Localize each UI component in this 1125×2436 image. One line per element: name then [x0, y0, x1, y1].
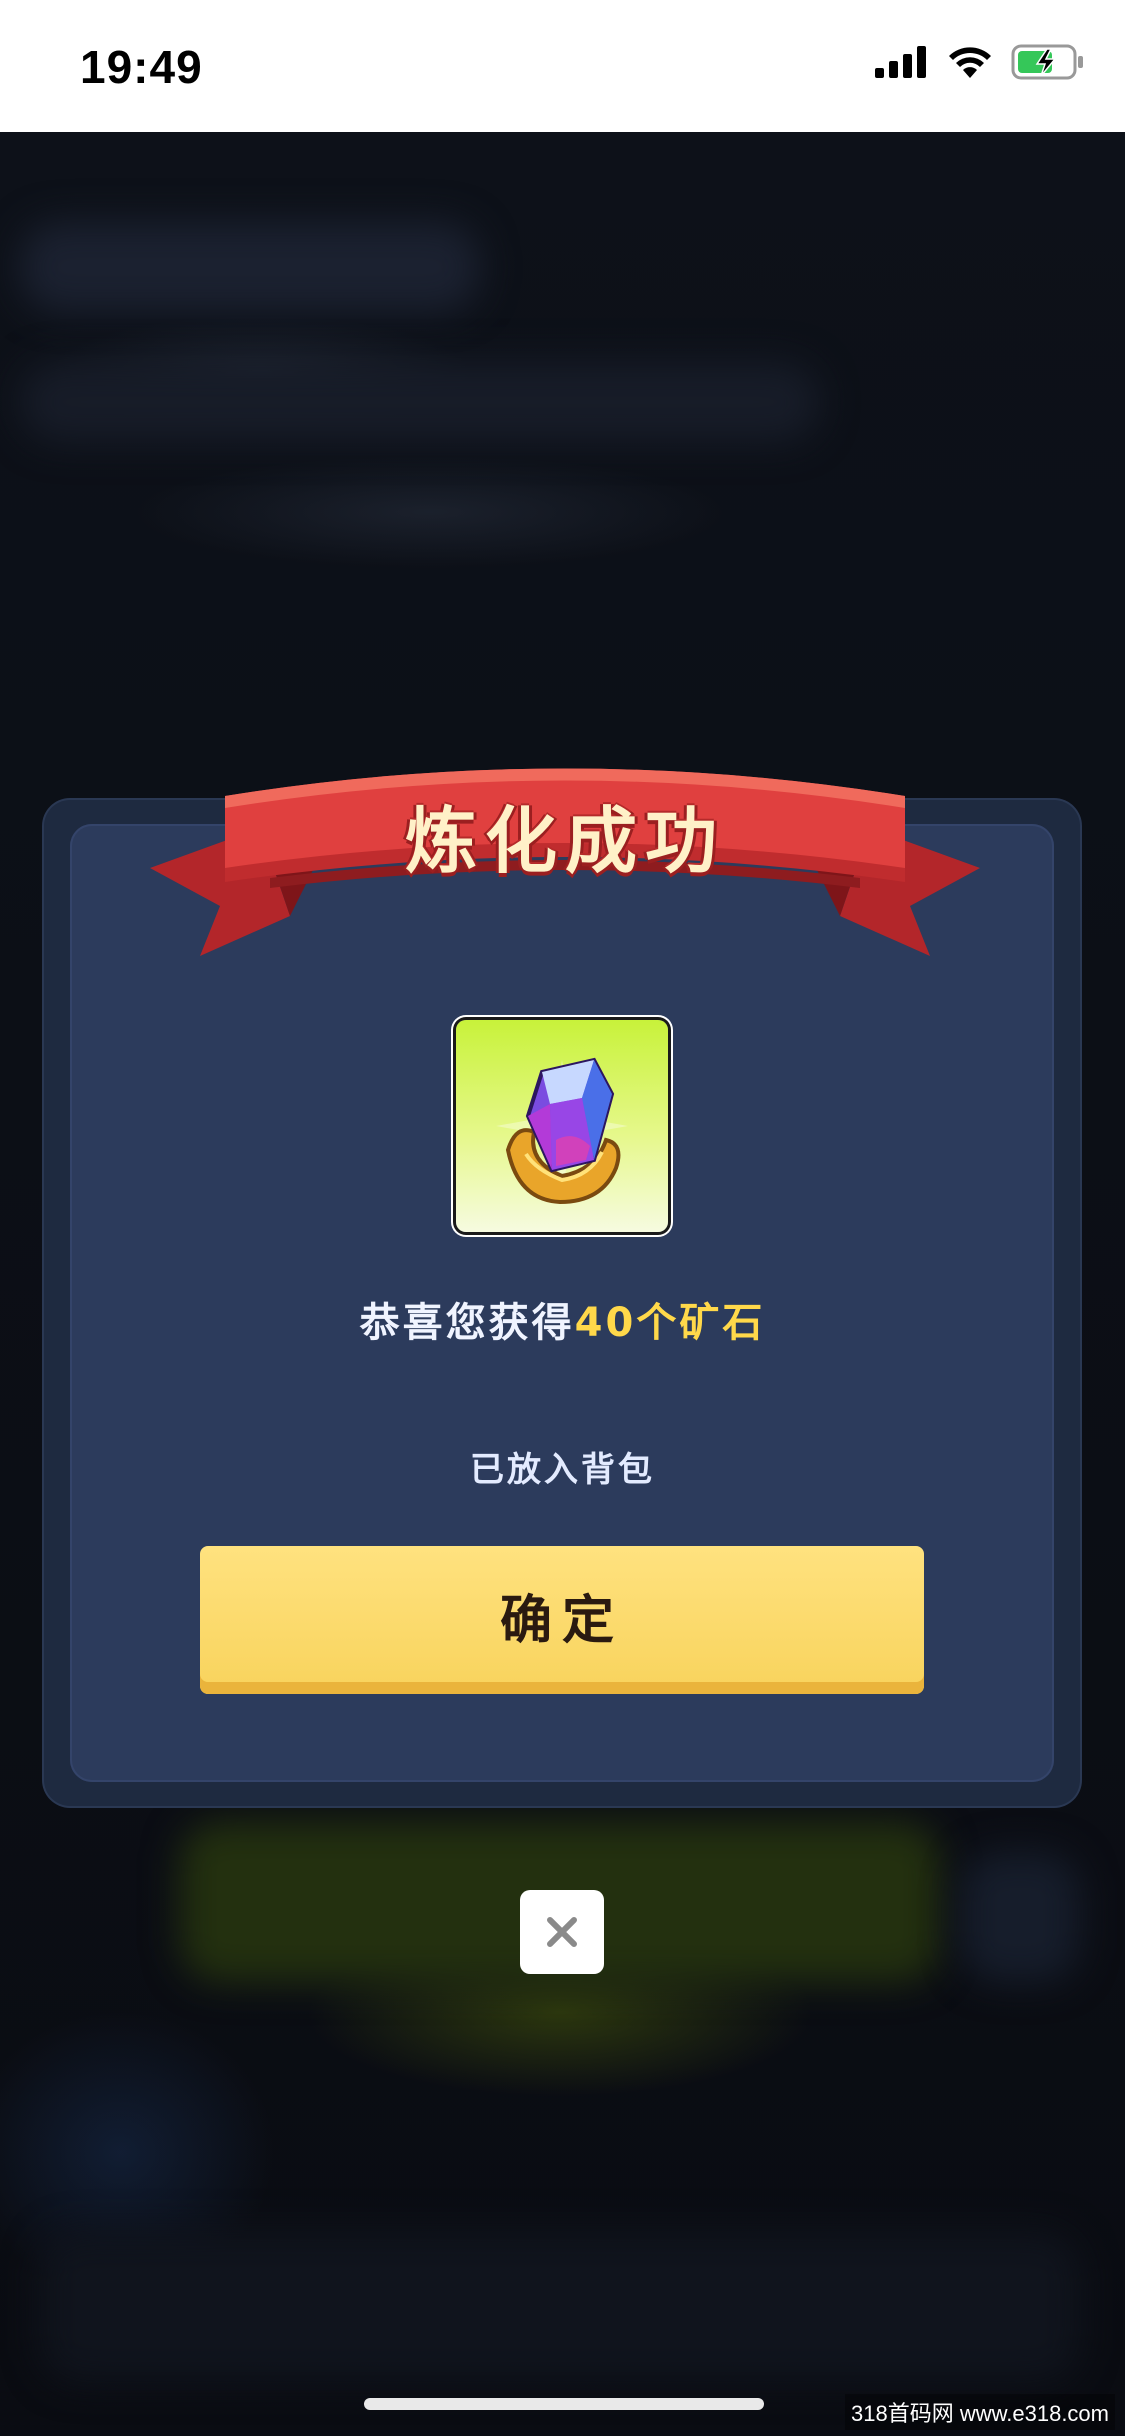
cellular-signal-icon	[875, 46, 929, 82]
reward-message-prefix: 恭喜您获得	[359, 1300, 575, 1346]
crystal-ore-icon	[496, 1057, 628, 1205]
reward-item-tile	[456, 1020, 668, 1232]
blurred-bottom-nav	[40, 2232, 1080, 2382]
watermark: 318首码网 www.e318.com	[845, 2394, 1115, 2430]
home-indicator[interactable]	[364, 2398, 764, 2410]
reward-message: 恭喜您获得40个矿石	[0, 1290, 1125, 1348]
wifi-icon	[947, 45, 993, 83]
battery-charging-icon	[1011, 44, 1085, 84]
status-bar: 19:49	[0, 0, 1125, 132]
placed-in-bag-text: 已放入背包	[470, 1450, 655, 1490]
blurred-banner	[20, 362, 820, 442]
title-ribbon: 炼化成功	[140, 756, 990, 978]
blurred-header	[20, 222, 480, 312]
confirm-button-label: 确定	[499, 1590, 624, 1651]
status-icons	[875, 44, 1085, 84]
close-button[interactable]	[520, 1890, 604, 1974]
close-icon	[547, 1917, 577, 1947]
confirm-button[interactable]: 确定	[200, 1546, 924, 1694]
reward-amount: 40个矿石	[574, 1300, 766, 1346]
dialog-title: 炼化成功	[404, 799, 725, 883]
blurred-side-item	[960, 1852, 1080, 1982]
status-time: 19:49	[80, 41, 203, 93]
